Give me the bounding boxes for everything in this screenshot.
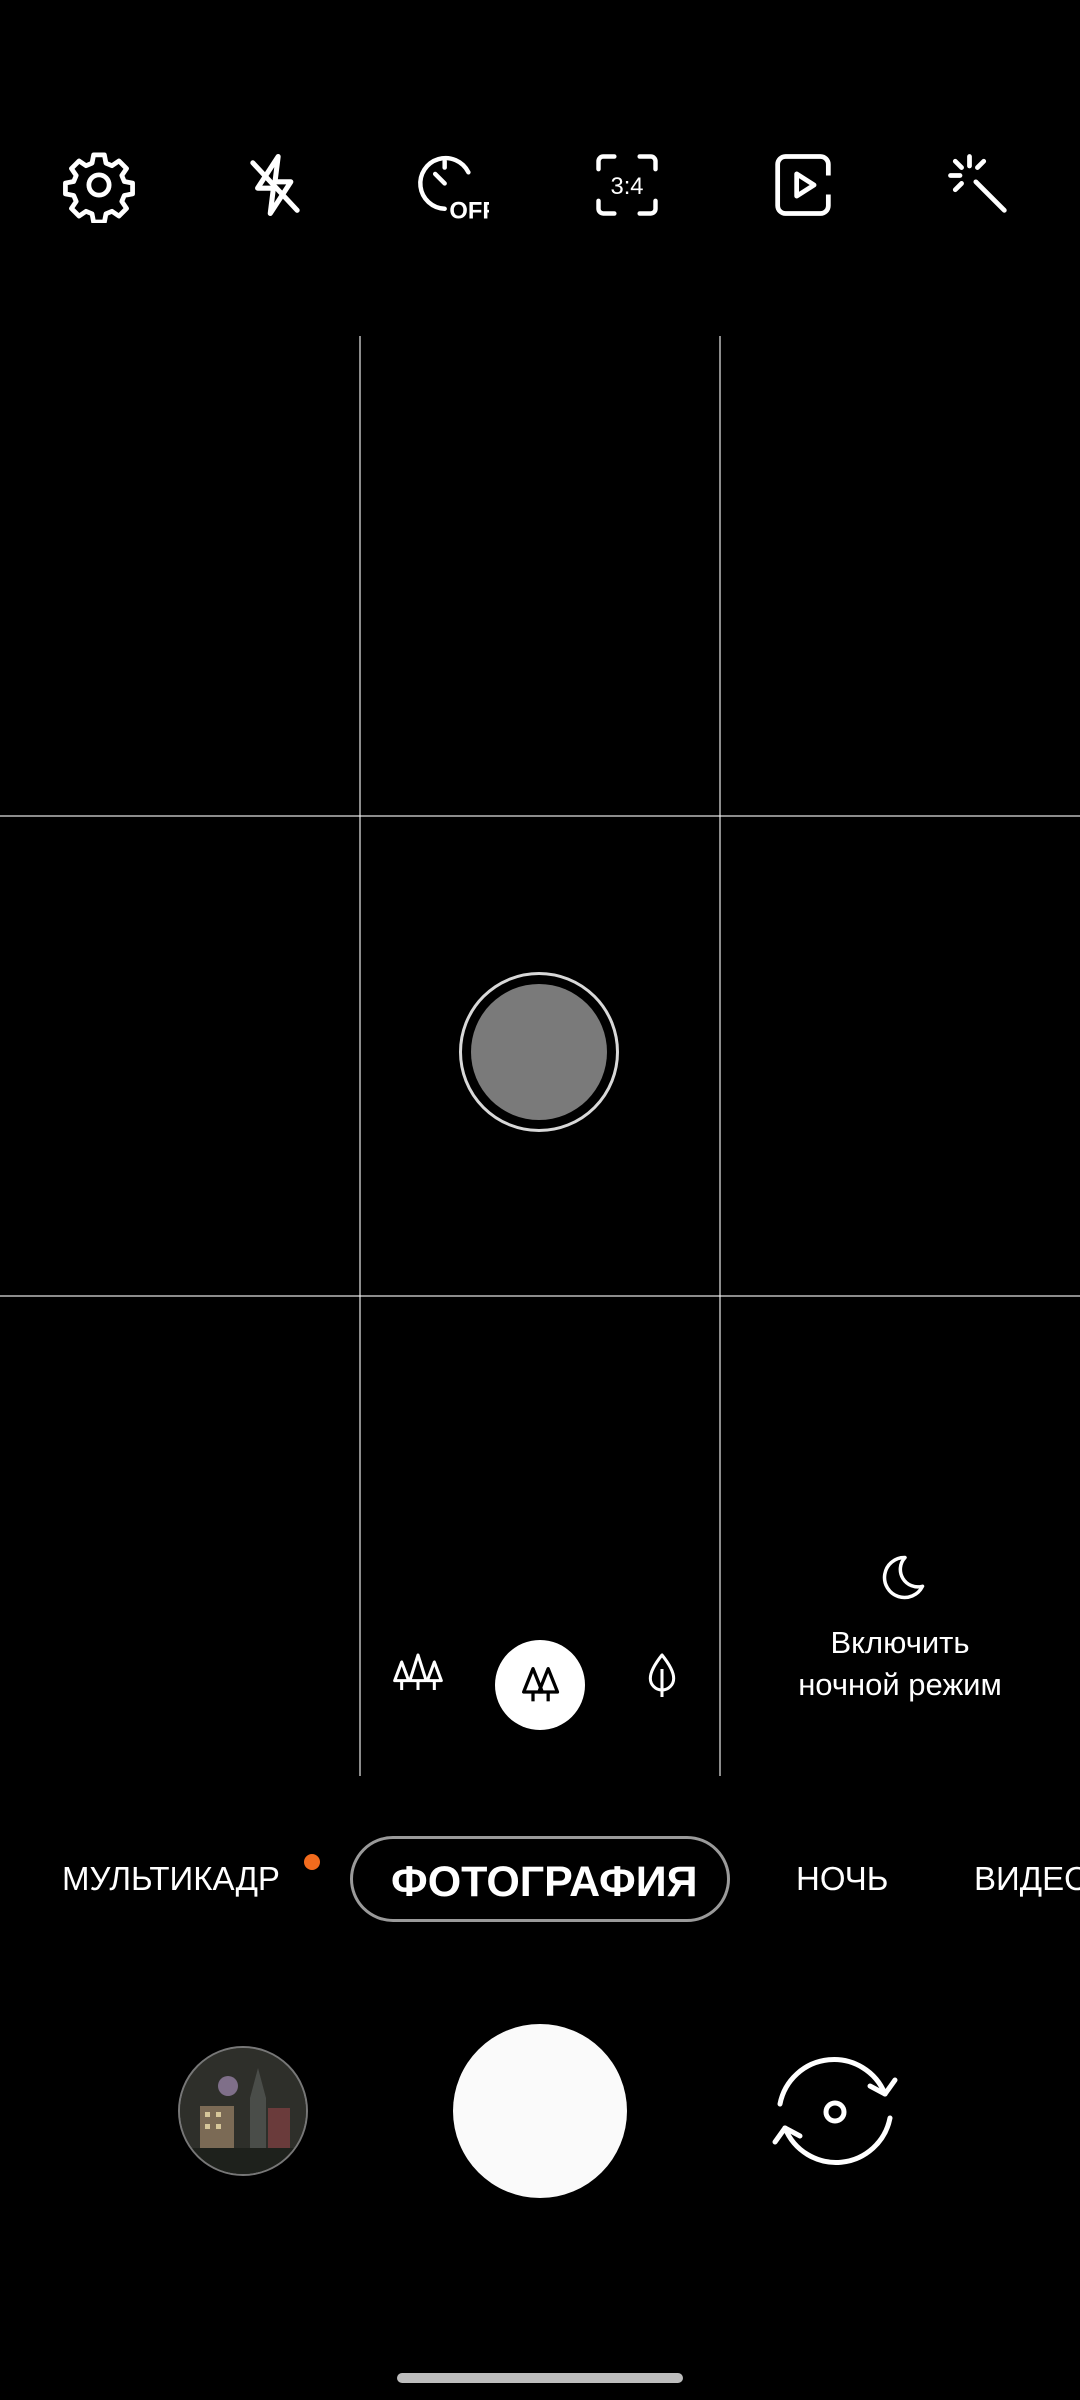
mode-multiframe[interactable]: МУЛЬТИКАДР [62,1836,280,1922]
grid-line [719,336,721,1776]
settings-button[interactable] [44,130,154,240]
aspect-ratio-button[interactable]: 3:4 [572,130,682,240]
moon-icon [882,1555,925,1600]
timer-button[interactable]: OFF [396,130,506,240]
svg-text:3:4: 3:4 [610,173,643,200]
home-indicator[interactable] [397,2373,683,2383]
effects-button[interactable] [924,130,1034,240]
zoom-standard-button[interactable] [495,1640,585,1730]
focus-indicator [459,972,619,1132]
gear-icon [63,152,135,223]
new-badge [304,1854,320,1870]
grid-line [359,336,361,1776]
flash-off-icon [250,153,300,217]
camera-mode-selector: МУЛЬТИКАДР ФОТОГРАФИЯ НОЧЬ ВИДЕО [0,1836,1080,1926]
capture-controls [0,2000,1080,2230]
night-hint-line2: ночной режим [798,1667,1002,1702]
standard-lens-icon [522,1667,560,1702]
mode-photo[interactable]: ФОТОГРАФИЯ [350,1836,730,1922]
top-toolbar: OFF 3:4 [0,100,1080,265]
mode-night[interactable]: НОЧЬ [796,1836,888,1922]
tele-lens-icon [648,1653,676,1697]
motion-photo-button[interactable] [748,130,858,240]
gallery-thumbnail[interactable] [178,2046,308,2176]
effects-wand-icon [948,154,1007,213]
focus-dot [471,984,607,1120]
timer-off-icon: OFF [418,155,489,223]
aspect-ratio-icon: 3:4 [596,154,658,216]
switch-camera-button[interactable] [760,2044,910,2179]
flash-button[interactable] [220,130,330,240]
night-hint-line1: Включить [830,1625,970,1660]
wide-lens-icon [393,1653,443,1690]
motion-photo-icon [775,154,831,216]
svg-text:OFF: OFF [449,197,489,223]
zoom-wide-button[interactable] [378,1636,458,1716]
switch-camera-icon [772,2057,898,2165]
grid-line [0,1295,1080,1297]
zoom-tele-button[interactable] [622,1636,702,1716]
mode-video[interactable]: ВИДЕО [974,1836,1080,1922]
camera-viewfinder[interactable]: Включить ночной режим [0,336,1080,1776]
night-mode-hint[interactable]: Включить ночной режим [760,1550,1040,1706]
gallery-preview-image [180,2048,306,2174]
grid-line [0,815,1080,817]
shutter-button[interactable] [453,2024,627,2198]
